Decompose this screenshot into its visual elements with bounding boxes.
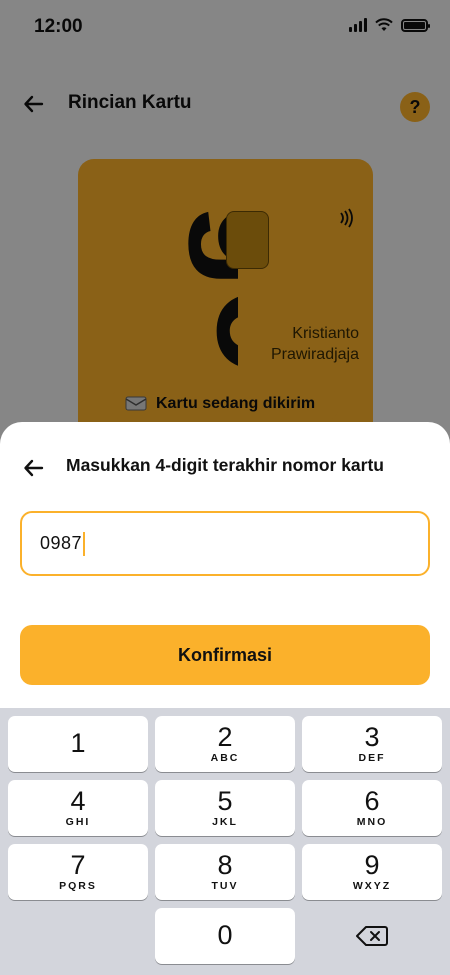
key-1[interactable]: 1 xyxy=(8,716,148,772)
key-letters: MNO xyxy=(356,816,388,828)
key-number: 3 xyxy=(364,722,380,752)
key-letters: TUV xyxy=(211,880,239,892)
key-letters: JKL xyxy=(212,816,238,828)
numeric-keypad: 1 2 ABC 3 DEF 4 GHI 5 JKL 6 MNO 7 PQRS 8… xyxy=(0,708,450,975)
sheet-title: Masukkan 4-digit terakhir nomor kartu xyxy=(66,455,384,475)
card-digits-input[interactable]: 0987 xyxy=(20,511,430,576)
card-digits-value: 0987 xyxy=(40,533,83,553)
key-3[interactable]: 3 DEF xyxy=(302,716,442,772)
key-6[interactable]: 6 MNO xyxy=(302,780,442,836)
key-number: 1 xyxy=(70,728,86,758)
key-8[interactable]: 8 TUV xyxy=(155,844,295,900)
backspace-key[interactable] xyxy=(302,908,442,964)
backspace-icon xyxy=(356,926,388,946)
key-letters: PQRS xyxy=(59,880,97,892)
key-7[interactable]: 7 PQRS xyxy=(8,844,148,900)
key-number: 7 xyxy=(70,850,86,880)
key-letters: DEF xyxy=(358,752,386,764)
key-number: 8 xyxy=(217,850,233,880)
key-4[interactable]: 4 GHI xyxy=(8,780,148,836)
key-2[interactable]: 2 ABC xyxy=(155,716,295,772)
back-arrow-icon[interactable] xyxy=(22,456,46,480)
key-number: 5 xyxy=(217,786,233,816)
confirm-button[interactable]: Konfirmasi xyxy=(20,625,430,685)
key-number: 0 xyxy=(217,920,233,950)
key-number: 2 xyxy=(217,722,233,752)
key-letters: ABC xyxy=(210,752,240,764)
key-9[interactable]: 9 WXYZ xyxy=(302,844,442,900)
key-letters: GHI xyxy=(65,816,91,828)
key-number: 6 xyxy=(364,786,380,816)
text-caret xyxy=(83,531,86,556)
key-letters: WXYZ xyxy=(352,880,392,892)
key-number: 4 xyxy=(70,786,86,816)
key-0[interactable]: 0 xyxy=(155,908,295,964)
key-5[interactable]: 5 JKL xyxy=(155,780,295,836)
key-number: 9 xyxy=(364,850,380,880)
